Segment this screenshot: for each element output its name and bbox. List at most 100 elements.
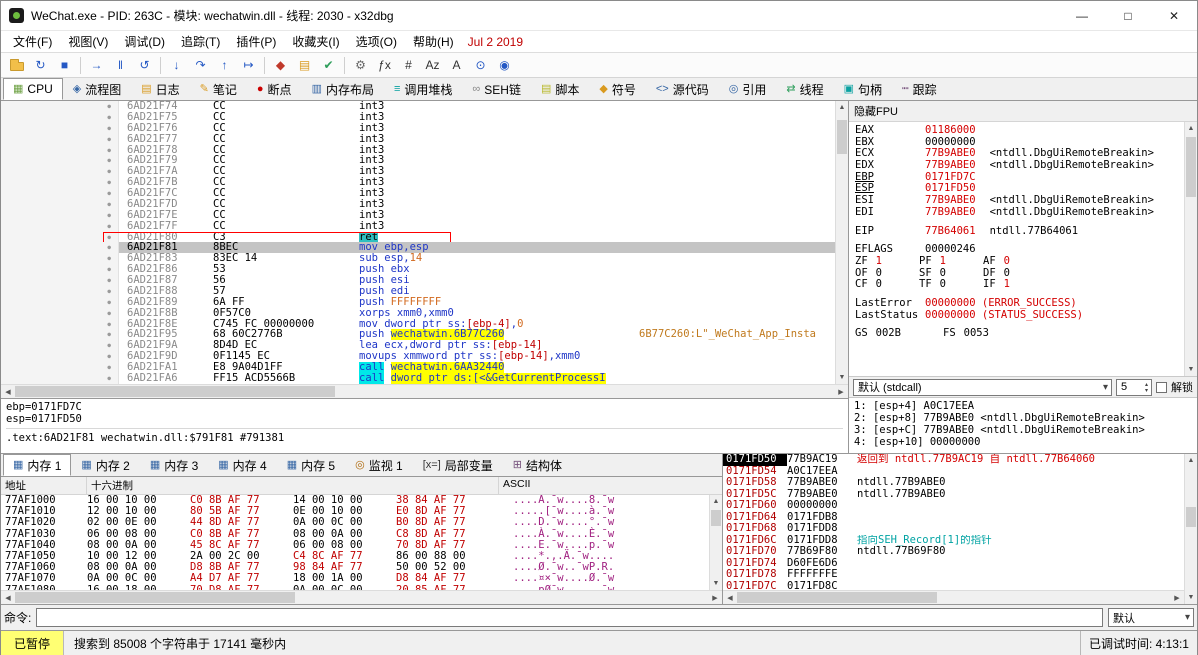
breakpoint-gutter[interactable] bbox=[1, 253, 119, 264]
segment-fs[interactable]: FS0053 bbox=[943, 328, 1031, 340]
register-value[interactable]: 77B9ABE0 bbox=[925, 194, 976, 206]
stack-vertical-scrollbar[interactable] bbox=[1184, 454, 1197, 604]
stack-row[interactable]: 0171FD7077B69F80ntdll.77B69F80 bbox=[723, 546, 1184, 558]
disasm-row[interactable]: 6AD21F7FCCint3 bbox=[1, 221, 835, 232]
minimize-button[interactable]: — bbox=[1059, 1, 1105, 30]
dump-row[interactable]: 77AF10700A 00 0C 00A4 D7 AF 7718 00 1A 0… bbox=[1, 573, 709, 584]
command-script-select[interactable]: 默认 bbox=[1108, 608, 1194, 627]
menu-item-1[interactable]: 视图(V) bbox=[60, 31, 116, 52]
flag-cf[interactable]: CF0 bbox=[855, 279, 919, 291]
register-value[interactable]: 00000000 bbox=[925, 136, 976, 148]
disassembly-horizontal-scrollbar[interactable] bbox=[1, 384, 848, 398]
favourites-button[interactable]: ƒx bbox=[373, 55, 396, 76]
tab-breakpoints[interactable]: ●断点 bbox=[247, 78, 302, 100]
register-value[interactable]: 01186000 bbox=[925, 124, 976, 136]
flag-if[interactable]: IF1 bbox=[983, 279, 1047, 291]
stack-row[interactable]: 0171FD5877B9ABE0ntdll.77B9ABE0 bbox=[723, 477, 1184, 489]
tab-symbols[interactable]: ◆符号 bbox=[589, 78, 645, 100]
command-input[interactable] bbox=[36, 608, 1103, 627]
maximize-button[interactable]: □ bbox=[1105, 1, 1151, 30]
eflags-row[interactable]: EFLAGS00000246 bbox=[855, 244, 1178, 256]
scroll-left-arrow-icon[interactable] bbox=[723, 591, 737, 604]
dump-vertical-scrollbar[interactable] bbox=[709, 495, 722, 590]
scroll-thumb[interactable] bbox=[1186, 137, 1196, 197]
step-into-button[interactable]: ↓ bbox=[165, 55, 188, 76]
register-value[interactable]: 77B64061 bbox=[925, 225, 976, 237]
tab-source[interactable]: <>源代码 bbox=[646, 78, 719, 100]
scroll-right-arrow-icon[interactable] bbox=[1170, 591, 1184, 604]
scroll-down-arrow-icon[interactable] bbox=[1185, 591, 1197, 604]
bottom-tab-struct[interactable]: ⊞结构体 bbox=[503, 454, 572, 476]
disasm-row[interactable]: 6AD21F896A FFpush FFFFFFFF bbox=[1, 297, 835, 308]
scroll-thumb[interactable] bbox=[1186, 507, 1196, 527]
breakpoint-gutter[interactable] bbox=[1, 101, 119, 112]
breakpoint-gutter[interactable] bbox=[1, 308, 119, 319]
register-value[interactable]: 00000000 (ERROR_SUCCESS) bbox=[925, 297, 1077, 309]
call-argument-row[interactable]: 2: [esp+8] 77B9ABE0 <ntdll.DbgUiRemoteBr… bbox=[854, 412, 1192, 424]
bottom-tab-watch-1[interactable]: ◎监视 1 bbox=[345, 454, 413, 476]
close-button[interactable]: ✕ bbox=[1151, 1, 1197, 30]
tab-references[interactable]: ◎引用 bbox=[719, 78, 777, 100]
calculator-button[interactable]: # bbox=[397, 55, 420, 76]
scroll-thumb[interactable] bbox=[837, 120, 847, 154]
stack-row[interactable]: 0171FD7C0171FD8C bbox=[723, 581, 1184, 591]
flag-value[interactable]: 0 bbox=[940, 278, 946, 290]
compass-button[interactable]: ◉ bbox=[493, 55, 516, 76]
breakpoint-gutter[interactable] bbox=[1, 232, 119, 243]
call-argument-row[interactable]: 1: [esp+4] A0C17EEA bbox=[854, 400, 1192, 412]
segment-gs[interactable]: GS002B bbox=[855, 328, 943, 340]
stack-row[interactable]: 0171FD5077B9AC19返回到 ntdll.77B9AC19 自 ntd… bbox=[723, 454, 1184, 466]
breakpoint-gutter[interactable] bbox=[1, 275, 119, 286]
step-over-button[interactable]: ↷ bbox=[189, 55, 212, 76]
flag-value[interactable]: 0 bbox=[876, 278, 882, 290]
disasm-row[interactable]: 6AD21F7ECCint3 bbox=[1, 210, 835, 221]
scroll-left-arrow-icon[interactable] bbox=[1, 591, 15, 604]
flag-value[interactable]: 1 bbox=[940, 255, 946, 267]
segment-value[interactable]: 002B bbox=[876, 327, 901, 339]
scroll-up-arrow-icon[interactable] bbox=[1185, 454, 1197, 467]
stack-row[interactable]: 0171FD6000000000 bbox=[723, 500, 1184, 512]
stack-row[interactable]: 0171FD78FFFFFFFE bbox=[723, 569, 1184, 581]
breakpoint-gutter[interactable] bbox=[1, 221, 119, 232]
disassembly-vertical-scrollbar[interactable] bbox=[835, 101, 848, 384]
find-button[interactable]: ⊙ bbox=[469, 55, 492, 76]
menu-item-2[interactable]: 调试(D) bbox=[116, 31, 173, 52]
hide-fpu-button[interactable]: 隐藏FPU bbox=[849, 101, 1197, 122]
call-argument-row[interactable]: 3: [esp+C] 77B9ABE0 <ntdll.DbgUiRemoteBr… bbox=[854, 424, 1192, 436]
unlock-checkbox[interactable] bbox=[1156, 382, 1167, 393]
assembler-button[interactable]: Az bbox=[421, 55, 444, 76]
breakpoint-gutter[interactable] bbox=[1, 177, 119, 188]
dump-horizontal-scrollbar[interactable] bbox=[1, 590, 722, 604]
menu-item-7[interactable]: 帮助(H) bbox=[405, 31, 462, 52]
bottom-tab-memory-3[interactable]: ▦内存 3 bbox=[140, 454, 208, 476]
register-value[interactable]: 77B9ABE0 bbox=[925, 206, 976, 218]
register-row[interactable]: EDX77B9ABE0<ntdll.DbgUiRemoteBreakin> bbox=[855, 160, 1178, 172]
stack-row[interactable]: 0171FD680171FDD8 bbox=[723, 523, 1184, 535]
step-out-button[interactable]: ↑ bbox=[213, 55, 236, 76]
register-value[interactable]: 00000246 bbox=[925, 243, 976, 255]
scroll-up-arrow-icon[interactable] bbox=[836, 101, 848, 114]
pause-button[interactable]: ‖ bbox=[109, 55, 132, 76]
tab-notes[interactable]: ✎笔记 bbox=[190, 78, 247, 100]
bottom-tab-locals[interactable]: [x=]局部变量 bbox=[413, 454, 503, 476]
breakpoint-gutter[interactable] bbox=[1, 210, 119, 221]
flag-value[interactable]: 0 bbox=[876, 267, 882, 279]
log-button[interactable]: ▤ bbox=[293, 55, 316, 76]
breakpoint-gutter[interactable] bbox=[1, 199, 119, 210]
menu-item-5[interactable]: 收藏夹(I) bbox=[284, 31, 347, 52]
calling-convention-select[interactable]: 默认 (stdcall) bbox=[853, 379, 1112, 396]
settings-button[interactable]: ⚙ bbox=[349, 55, 372, 76]
breakpoint-gutter[interactable] bbox=[1, 351, 119, 362]
tab-memory-map[interactable]: ▥内存布局 bbox=[302, 78, 384, 100]
scroll-up-arrow-icon[interactable] bbox=[710, 495, 722, 508]
restart-run-button[interactable]: ↺ bbox=[133, 55, 156, 76]
breakpoint-gutter[interactable] bbox=[1, 134, 119, 145]
dump-row[interactable]: 77AF102002 00 0E 0044 8D AF 770A 00 0C 0… bbox=[1, 517, 709, 528]
breakpoint-gutter[interactable] bbox=[1, 112, 119, 123]
tab-call-stack[interactable]: ≡调用堆栈 bbox=[384, 78, 462, 100]
register-row[interactable]: EBP0171FD7C bbox=[855, 172, 1178, 184]
breakpoint-gutter[interactable] bbox=[1, 329, 119, 340]
scroll-right-arrow-icon[interactable] bbox=[708, 591, 722, 604]
scroll-right-arrow-icon[interactable] bbox=[834, 385, 848, 398]
tab-seh[interactable]: ∞SEH链 bbox=[462, 78, 531, 100]
